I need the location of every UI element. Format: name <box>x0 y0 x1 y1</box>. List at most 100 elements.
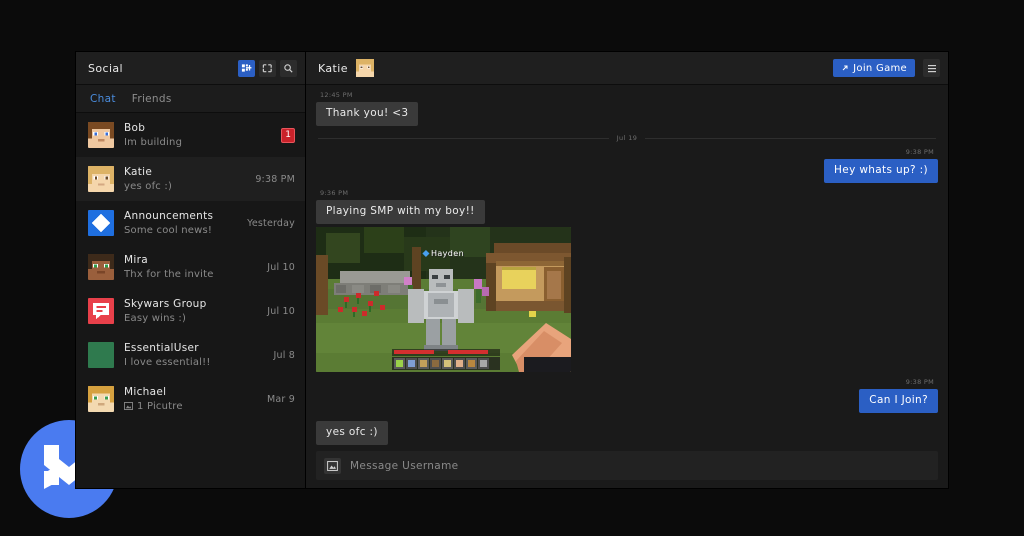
chat-item-name: Skywars Group <box>124 297 207 310</box>
chat-item-time: 9:38 PM <box>255 173 295 185</box>
chat-item-text: Announcements Some cool news! <box>124 210 237 237</box>
avatar-katie <box>88 166 114 192</box>
chat-list: Bob Im building 1 Katie yes ofc:) 9:38 … <box>76 113 305 488</box>
divider-line-left <box>318 137 609 139</box>
chat-header: Katie Join Game <box>306 52 948 85</box>
message-input[interactable]: Message Username <box>350 460 458 472</box>
message-bubble[interactable]: Hey whats up? :) <box>824 159 938 183</box>
player-nametag: Hayden <box>421 249 465 258</box>
message-playing-smp: 9:36 PM Playing SMP with my boy!! <box>316 189 938 224</box>
add-friend-button[interactable] <box>238 59 255 77</box>
minecraft-screenshot[interactable]: Hayden <box>316 227 571 372</box>
chat-item-meta: Jul 8 <box>273 350 295 361</box>
avatar-announcements <box>88 210 114 236</box>
chat-list-item-announcements[interactable]: Announcements Some cool news! Yesterday <box>76 201 305 245</box>
chat-item-time: Jul 10 <box>267 305 295 317</box>
message-bubble[interactable]: Thank you! <3 <box>316 102 419 126</box>
join-game-label: Join Game <box>853 62 907 74</box>
player-status-dot <box>421 249 429 258</box>
chat-item-time: Jul 8 <box>273 349 295 361</box>
chat-list-item-skywars-group[interactable]: Skywars Group Easy wins :) Jul 10 <box>76 289 305 333</box>
chat-item-text: Skywars Group Easy wins :) <box>124 298 257 325</box>
chat-item-preview: Some cool news! <box>124 224 237 237</box>
chat-item-preview: Im building <box>124 136 271 149</box>
chat-item-name: Bob <box>124 121 146 134</box>
avatar-mira <box>88 254 114 280</box>
message-timestamp: 9:38 PM <box>905 378 934 386</box>
avatar-essentialuser <box>88 342 114 368</box>
chat-item-text: Bob Im building <box>124 122 271 149</box>
join-game-button[interactable]: Join Game <box>833 59 915 77</box>
chat-item-preview: yes ofc :) <box>124 180 245 193</box>
sidebar-header-actions <box>238 59 297 77</box>
chat-item-preview-text: Easy wins :) <box>124 312 187 324</box>
image-attach-icon <box>327 460 338 471</box>
player-nametag-label: Hayden <box>430 249 465 258</box>
tab-friends[interactable]: Friends <box>132 93 172 105</box>
chat-item-meta: Jul 10 <box>267 262 295 273</box>
message-composer[interactable]: Message Username <box>316 451 938 480</box>
essential-social-window: Social Chat Friends Bob Im building 1 Ka… <box>76 52 948 488</box>
message-timestamp: 9:38 PM <box>905 148 934 156</box>
chat-item-meta: Yesterday <box>247 218 295 229</box>
chat-item-time: Mar 9 <box>267 393 295 405</box>
message-bubble[interactable]: Playing SMP with my boy!! <box>316 200 485 224</box>
chat-item-preview-text: Some cool news! <box>124 224 213 236</box>
chat-list-item-katie[interactable]: Katie yes ofc :) 9:38 PM <box>76 157 305 201</box>
attach-image-button[interactable] <box>324 457 341 474</box>
chat-pane: Katie Join Game 12:45 PM Thank you! <3 J… <box>306 52 948 488</box>
sidebar-header: Social <box>76 52 305 85</box>
chat-item-preview: 1 Picutre <box>124 400 257 413</box>
chat-list-item-mira[interactable]: Mira Thx for the invite Jul 10 <box>76 245 305 289</box>
divider-label: Jul 19 <box>616 134 638 142</box>
sidebar-tabs: Chat Friends <box>76 85 305 113</box>
message-bubble[interactable]: yes ofc :) <box>316 421 388 445</box>
message-bubble[interactable]: Can I Join? <box>859 389 938 413</box>
chat-item-preview: I love essential!! <box>124 356 263 369</box>
chat-item-text: Michael 1 Picutre <box>124 386 257 413</box>
chat-title: Katie <box>318 61 348 75</box>
chat-item-text: EssentialUser I love essential!! <box>124 342 263 369</box>
chat-list-item-bob[interactable]: Bob Im building 1 <box>76 113 305 157</box>
chat-item-preview: Thx for the invite <box>124 268 257 281</box>
chat-item-preview-text: Im building <box>124 136 183 148</box>
chat-item-meta: 9:38 PM <box>255 174 295 185</box>
chat-menu-button[interactable] <box>923 59 940 77</box>
chat-item-name: Katie <box>124 165 153 178</box>
message-timestamp: 12:45 PM <box>320 91 353 99</box>
chat-item-text: Katie yes ofc :) <box>124 166 245 193</box>
chat-header-avatar <box>355 59 374 77</box>
chat-item-preview-text: I love essential!! <box>124 356 211 368</box>
message-image-attachment: Hayden <box>316 227 938 372</box>
tab-chat[interactable]: Chat <box>90 93 116 105</box>
avatar-bob <box>88 122 114 148</box>
chat-item-name: Michael <box>124 385 167 398</box>
hamburger-menu-icon <box>927 64 936 72</box>
chat-item-preview: Easy wins :) <box>124 312 257 325</box>
chat-item-name: Mira <box>124 253 148 266</box>
unread-badge: 1 <box>281 127 295 143</box>
chat-item-name: EssentialUser <box>124 341 199 354</box>
chat-list-item-michael[interactable]: Michael 1 Picutre Mar 9 <box>76 377 305 421</box>
new-group-button[interactable] <box>259 59 276 77</box>
chat-list-item-essentialuser[interactable]: EssentialUser I love essential!! Jul 8 <box>76 333 305 377</box>
arrow-up-right-icon <box>842 65 848 71</box>
divider-line-right <box>645 137 936 139</box>
new-group-icon <box>262 63 272 72</box>
message-timestamp: 9:36 PM <box>320 189 349 197</box>
chat-item-preview-text: yes ofc :) <box>124 180 173 192</box>
avatar-michael <box>88 386 114 412</box>
chat-item-preview-text: Thx for the invite <box>124 268 214 280</box>
message-yes-ofc: yes ofc :) <box>316 420 938 445</box>
chat-item-meta: 1 <box>281 127 295 143</box>
screen: Social Chat Friends Bob Im building 1 Ka… <box>0 0 1024 536</box>
avatar-skywars-group <box>88 298 114 324</box>
chat-item-time: Yesterday <box>247 217 295 229</box>
add-friend-icon <box>241 63 252 72</box>
message-list[interactable]: 12:45 PM Thank you! <3 Jul 19 9:38 PM He… <box>306 85 948 451</box>
chat-item-meta: Jul 10 <box>267 306 295 317</box>
message-thank-you: 12:45 PM Thank you! <3 <box>316 91 938 126</box>
date-divider: Jul 19 <box>318 134 936 142</box>
search-button[interactable] <box>280 59 297 77</box>
message-hey-whats-up: 9:38 PM Hey whats up? :) <box>316 148 938 183</box>
